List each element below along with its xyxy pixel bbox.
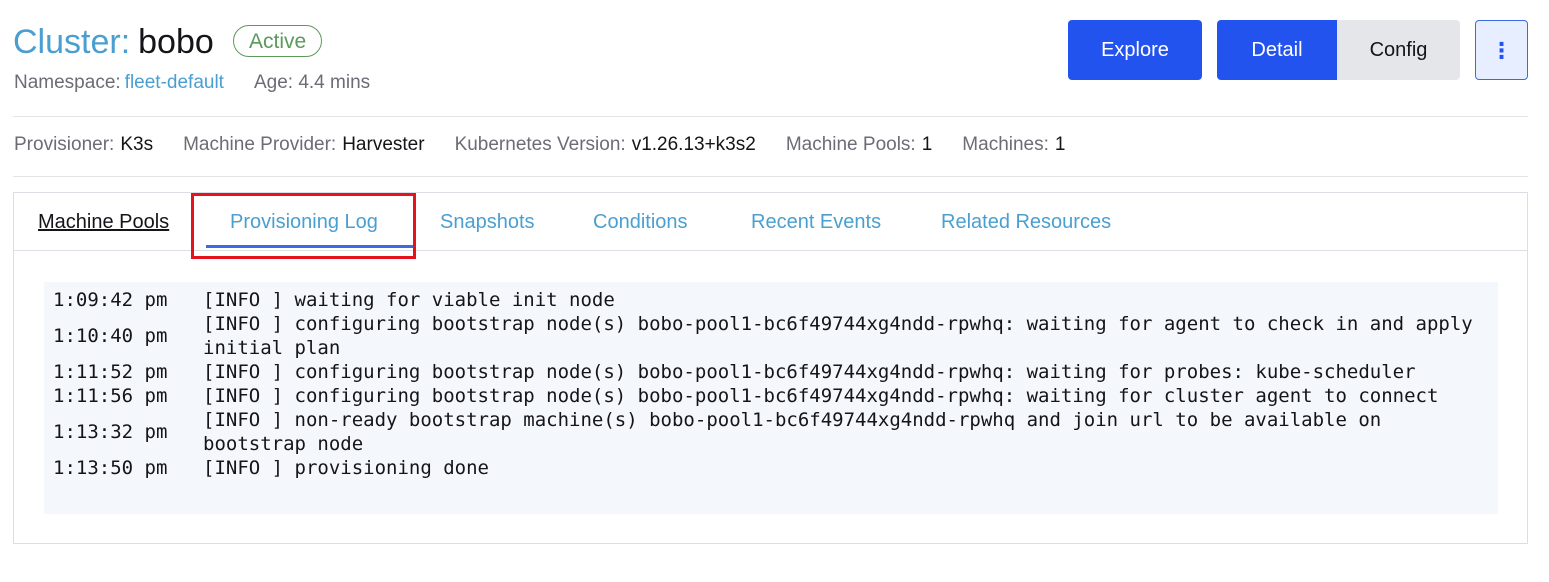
log-time: 1:13:50 pm (53, 457, 168, 479)
log-time: 1:09:42 pm (53, 289, 168, 311)
page-title: Cluster: bobo (13, 22, 214, 62)
log-row: 1:11:56 pm [INFO ] configuring bootstrap… (44, 384, 1488, 408)
meta-row: Namespace: fleet-default Age: 4.4 mins (14, 70, 370, 96)
log-row: 1:13:50 pm [INFO ] provisioning done (44, 456, 1488, 480)
detail-machines: Machines: 1 (962, 131, 1065, 159)
log-message: [INFO ] non-ready bootstrap machine(s) b… (203, 409, 1382, 455)
cluster-details: Provisioner: K3s Machine Provider: Harveste… (14, 131, 1095, 159)
log-row: 1:13:32 pm [INFO ] non-ready bootstrap m… (44, 408, 1488, 456)
namespace-link[interactable]: fleet-default (125, 72, 224, 93)
log-time: 1:11:56 pm (53, 385, 168, 407)
more-actions-button[interactable]: ⋮ (1475, 20, 1528, 80)
detail-label: Machine Pools: (785, 134, 916, 155)
detail-value: 1 (921, 134, 933, 155)
log-time: 1:13:32 pm (53, 421, 168, 443)
detail-button[interactable]: Detail (1217, 20, 1337, 80)
title-prefix: Cluster: (13, 23, 131, 61)
tab-machine-pools[interactable]: Machine Pools (38, 208, 169, 236)
log-message: [INFO ] provisioning done (203, 457, 489, 479)
namespace-label: Namespace: (14, 72, 121, 93)
divider-bottom (13, 176, 1528, 177)
vertical-dots-icon: ⋮ (1490, 38, 1513, 63)
detail-label: Machine Provider: (183, 134, 337, 155)
detail-provisioner: Provisioner: K3s (14, 131, 153, 159)
detail-value: v1.26.13+k3s2 (631, 134, 756, 155)
tab-related-resources[interactable]: Related Resources (941, 208, 1111, 236)
config-button[interactable]: Config (1337, 20, 1460, 80)
log-row: 1:10:40 pm [INFO ] configuring bootstrap… (44, 312, 1488, 360)
tabs-panel: Machine Pools Provisioning Log Snapshots… (13, 192, 1528, 544)
detail-kubernetes-version: Kubernetes Version: v1.26.13+k3s2 (455, 131, 756, 159)
detail-label: Kubernetes Version: (454, 134, 626, 155)
detail-label: Provisioner: (14, 134, 115, 155)
status-badge: Active (233, 25, 323, 57)
cluster-name: bobo (138, 23, 214, 61)
log-row: 1:09:42 pm [INFO ] waiting for viable in… (44, 288, 1488, 312)
log-table: 1:09:42 pm [INFO ] waiting for viable in… (44, 288, 1488, 480)
highlight-annotation (191, 193, 416, 259)
divider-top (13, 116, 1528, 117)
detail-value: Harvester (342, 134, 425, 155)
log-message: [INFO ] waiting for viable init node (203, 289, 615, 311)
tab-conditions[interactable]: Conditions (593, 208, 688, 236)
detail-value: 1 (1054, 134, 1066, 155)
log-message: [INFO ] configuring bootstrap node(s) bo… (203, 385, 1439, 407)
log-message: [INFO ] configuring bootstrap node(s) bo… (203, 313, 1473, 359)
age-text: Age: 4.4 mins (253, 72, 371, 93)
detail-machine-pools: Machine Pools: 1 (786, 131, 932, 159)
detail-label: Machines: (962, 134, 1049, 155)
provisioning-log: 1:09:42 pm [INFO ] waiting for viable in… (44, 282, 1498, 514)
log-time: 1:11:52 pm (53, 361, 168, 383)
detail-value: K3s (120, 134, 154, 155)
detail-machine-provider: Machine Provider: Harvester (183, 131, 424, 159)
log-message: [INFO ] configuring bootstrap node(s) bo… (203, 361, 1416, 383)
log-row: 1:11:52 pm [INFO ] configuring bootstrap… (44, 360, 1488, 384)
explore-button[interactable]: Explore (1068, 20, 1202, 80)
log-time: 1:10:40 pm (53, 325, 168, 347)
tab-recent-events[interactable]: Recent Events (751, 208, 881, 236)
tab-bar: Machine Pools Provisioning Log Snapshots… (14, 193, 1527, 259)
tab-snapshots[interactable]: Snapshots (440, 208, 535, 236)
